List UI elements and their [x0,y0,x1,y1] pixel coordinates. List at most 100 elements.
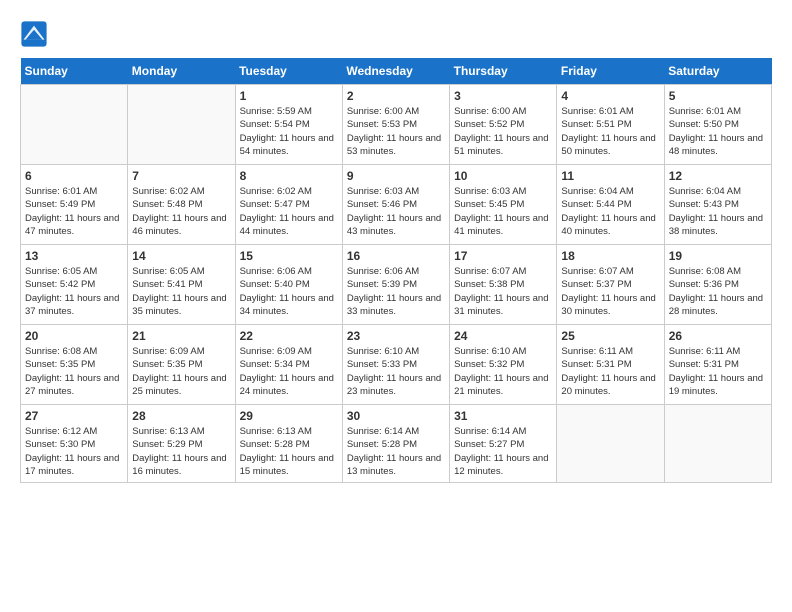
calendar-cell: 30 Sunrise: 6:14 AM Sunset: 5:28 PM Dayli… [342,405,449,483]
day-info: Sunrise: 6:04 AM Sunset: 5:43 PM Dayligh… [669,185,767,238]
header [20,20,772,48]
calendar-cell: 28Sunrise: 6:13 AM Sunset: 5:29 PM Dayli… [128,405,235,483]
calendar-cell [664,405,771,483]
day-of-week-header: Monday [128,58,235,85]
day-number: 8 [240,169,338,183]
calendar-cell: 12Sunrise: 6:04 AM Sunset: 5:43 PM Dayli… [664,165,771,245]
day-of-week-header: Thursday [450,58,557,85]
day-info: Sunrise: 6:14 AM Sunset: 5:27 PM Dayligh… [454,425,552,478]
day-info: Sunrise: 6:03 AM Sunset: 5:46 PM Dayligh… [347,185,445,238]
calendar-cell: 25 Sunrise: 6:11 AM Sunset: 5:31 PM Dayli… [557,325,664,405]
day-info: Sunrise: 6:06 AM Sunset: 5:39 PM Dayligh… [347,265,445,318]
calendar-cell: 19 Sunrise: 6:08 AM Sunset: 5:36 PM Dayli… [664,245,771,325]
day-number: 7 [132,169,230,183]
calendar-cell: 17Sunrise: 6:07 AM Sunset: 5:38 PM Dayli… [450,245,557,325]
day-number: 29 [240,409,338,423]
day-info: Sunrise: 6:14 AM Sunset: 5:28 PM Dayligh… [347,425,445,478]
day-info: Sunrise: 6:13 AM Sunset: 5:29 PM Dayligh… [132,425,230,478]
calendar-cell [557,405,664,483]
day-of-week-header: Wednesday [342,58,449,85]
day-info: Sunrise: 6:01 AM Sunset: 5:49 PM Dayligh… [25,185,123,238]
day-of-week-header: Saturday [664,58,771,85]
calendar-cell: 31 Sunrise: 6:14 AM Sunset: 5:27 PM Dayli… [450,405,557,483]
day-info: Sunrise: 6:13 AM Sunset: 5:28 PM Dayligh… [240,425,338,478]
day-info: Sunrise: 6:11 AM Sunset: 5:31 PM Dayligh… [561,345,659,398]
calendar-cell: 27 Sunrise: 6:12 AM Sunset: 5:30 PM Dayli… [21,405,128,483]
day-number: 23 [347,329,445,343]
calendar-cell: 21 Sunrise: 6:09 AM Sunset: 5:35 PM Dayli… [128,325,235,405]
day-info: Sunrise: 6:11 AM Sunset: 5:31 PM Dayligh… [669,345,767,398]
day-info: Sunrise: 6:02 AM Sunset: 5:48 PM Dayligh… [132,185,230,238]
day-info: Sunrise: 6:05 AM Sunset: 5:41 PM Dayligh… [132,265,230,318]
day-number: 18 [561,249,659,263]
calendar-cell: 8 Sunrise: 6:02 AM Sunset: 5:47 PM Daylig… [235,165,342,245]
calendar-header-row: SundayMondayTuesdayWednesdayThursdayFrid… [21,58,772,85]
day-info: Sunrise: 6:05 AM Sunset: 5:42 PM Dayligh… [25,265,123,318]
calendar-cell: 18 Sunrise: 6:07 AM Sunset: 5:37 PM Dayli… [557,245,664,325]
calendar-cell: 29 Sunrise: 6:13 AM Sunset: 5:28 PM Dayli… [235,405,342,483]
day-info: Sunrise: 6:09 AM Sunset: 5:35 PM Dayligh… [132,345,230,398]
day-info: Sunrise: 5:59 AM Sunset: 5:54 PM Dayligh… [240,105,338,158]
day-of-week-header: Friday [557,58,664,85]
calendar-cell: 6 Sunrise: 6:01 AM Sunset: 5:49 PM Daylig… [21,165,128,245]
day-info: Sunrise: 6:02 AM Sunset: 5:47 PM Dayligh… [240,185,338,238]
calendar-week-row: 27 Sunrise: 6:12 AM Sunset: 5:30 PM Dayli… [21,405,772,483]
day-info: Sunrise: 6:08 AM Sunset: 5:36 PM Dayligh… [669,265,767,318]
calendar-cell: 22 Sunrise: 6:09 AM Sunset: 5:34 PM Dayli… [235,325,342,405]
calendar-cell: 3 Sunrise: 6:00 AM Sunset: 5:52 PM Daylig… [450,85,557,165]
calendar-week-row: 13 Sunrise: 6:05 AM Sunset: 5:42 PM Dayli… [21,245,772,325]
day-number: 15 [240,249,338,263]
day-number: 2 [347,89,445,103]
day-number: 13 [25,249,123,263]
day-number: 16 [347,249,445,263]
day-number: 1 [240,89,338,103]
day-number: 21 [132,329,230,343]
day-number: 31 [454,409,552,423]
calendar-week-row: 6 Sunrise: 6:01 AM Sunset: 5:49 PM Daylig… [21,165,772,245]
day-number: 19 [669,249,767,263]
day-info: Sunrise: 6:08 AM Sunset: 5:35 PM Dayligh… [25,345,123,398]
calendar-cell: 14 Sunrise: 6:05 AM Sunset: 5:41 PM Dayli… [128,245,235,325]
calendar-cell: 16 Sunrise: 6:06 AM Sunset: 5:39 PM Dayli… [342,245,449,325]
day-number: 24 [454,329,552,343]
calendar: SundayMondayTuesdayWednesdayThursdayFrid… [20,58,772,483]
calendar-cell [128,85,235,165]
day-info: Sunrise: 6:10 AM Sunset: 5:33 PM Dayligh… [347,345,445,398]
day-info: Sunrise: 6:01 AM Sunset: 5:51 PM Dayligh… [561,105,659,158]
day-number: 10 [454,169,552,183]
calendar-cell: 15 Sunrise: 6:06 AM Sunset: 5:40 PM Dayli… [235,245,342,325]
day-info: Sunrise: 6:04 AM Sunset: 5:44 PM Dayligh… [561,185,659,238]
day-number: 3 [454,89,552,103]
calendar-cell: 4 Sunrise: 6:01 AM Sunset: 5:51 PM Daylig… [557,85,664,165]
day-info: Sunrise: 6:00 AM Sunset: 5:52 PM Dayligh… [454,105,552,158]
day-info: Sunrise: 6:06 AM Sunset: 5:40 PM Dayligh… [240,265,338,318]
day-info: Sunrise: 6:07 AM Sunset: 5:38 PM Dayligh… [454,265,552,318]
day-info: Sunrise: 6:07 AM Sunset: 5:37 PM Dayligh… [561,265,659,318]
calendar-week-row: 20 Sunrise: 6:08 AM Sunset: 5:35 PM Dayli… [21,325,772,405]
day-info: Sunrise: 6:12 AM Sunset: 5:30 PM Dayligh… [25,425,123,478]
day-number: 26 [669,329,767,343]
day-number: 4 [561,89,659,103]
day-of-week-header: Sunday [21,58,128,85]
calendar-cell: 9Sunrise: 6:03 AM Sunset: 5:46 PM Daylig… [342,165,449,245]
calendar-cell: 5Sunrise: 6:01 AM Sunset: 5:50 PM Daylig… [664,85,771,165]
day-number: 27 [25,409,123,423]
day-number: 6 [25,169,123,183]
day-number: 20 [25,329,123,343]
day-info: Sunrise: 6:01 AM Sunset: 5:50 PM Dayligh… [669,105,767,158]
day-number: 14 [132,249,230,263]
calendar-cell [21,85,128,165]
calendar-cell: 1 Sunrise: 5:59 AM Sunset: 5:54 PM Daylig… [235,85,342,165]
day-of-week-header: Tuesday [235,58,342,85]
logo [20,20,52,48]
calendar-cell: 20 Sunrise: 6:08 AM Sunset: 5:35 PM Dayli… [21,325,128,405]
calendar-week-row: 1 Sunrise: 5:59 AM Sunset: 5:54 PM Daylig… [21,85,772,165]
day-info: Sunrise: 6:09 AM Sunset: 5:34 PM Dayligh… [240,345,338,398]
calendar-cell: 2Sunrise: 6:00 AM Sunset: 5:53 PM Daylig… [342,85,449,165]
day-number: 25 [561,329,659,343]
day-number: 22 [240,329,338,343]
calendar-cell: 7 Sunrise: 6:02 AM Sunset: 5:48 PM Daylig… [128,165,235,245]
day-number: 30 [347,409,445,423]
calendar-cell: 13 Sunrise: 6:05 AM Sunset: 5:42 PM Dayli… [21,245,128,325]
calendar-cell: 10Sunrise: 6:03 AM Sunset: 5:45 PM Dayli… [450,165,557,245]
